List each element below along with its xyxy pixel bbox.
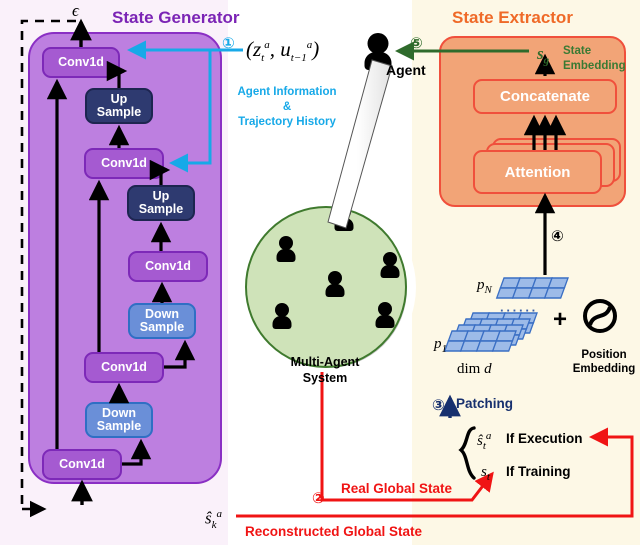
agent-label: Agent bbox=[386, 62, 426, 78]
upsample-label-line2: Sample bbox=[138, 202, 184, 216]
state-embedding-caption: State Embedding bbox=[563, 45, 626, 72]
conv1d-label: Conv1d bbox=[101, 360, 147, 375]
generator-downsample-1[interactable]: Down Sample bbox=[128, 303, 196, 339]
generator-conv1d-3[interactable]: Conv1d bbox=[128, 251, 208, 282]
agent-information-label: Agent Information & Trajectory History bbox=[237, 86, 337, 129]
concatenate-label: Concatenate bbox=[499, 88, 591, 105]
agent-person-icon bbox=[325, 271, 345, 297]
agent-input-math-label: (zta, ut−1a) bbox=[246, 37, 320, 65]
position-embedding-label: Position Embedding bbox=[572, 349, 636, 376]
patch-ellipsis: ······ bbox=[500, 303, 538, 318]
attention-block[interactable]: Attention bbox=[473, 150, 602, 194]
patch-dim-label: dim d bbox=[457, 361, 492, 377]
state-extractor-title: State Extractor bbox=[452, 8, 573, 27]
patching-label: Patching bbox=[456, 396, 514, 411]
generator-conv1d-top[interactable]: Conv1d bbox=[42, 47, 120, 78]
step-3-marker: ③ bbox=[432, 397, 445, 414]
generator-upsample-1[interactable]: Up Sample bbox=[85, 88, 153, 124]
agent-person-icon bbox=[375, 302, 395, 328]
execution-state-symbol: ŝta bbox=[477, 430, 492, 452]
step-1-marker: ① bbox=[222, 35, 235, 52]
generator-conv1d-2[interactable]: Conv1d bbox=[84, 148, 164, 179]
attention-label: Attention bbox=[504, 163, 571, 181]
if-execution-label: If Execution bbox=[506, 431, 583, 446]
diagram-canvas: Attention Concatenate Conv1d Up Sample C… bbox=[0, 0, 640, 545]
state-generator-title: State Generator bbox=[112, 8, 240, 27]
downsample-label-line2: Sample bbox=[96, 419, 142, 433]
training-state-symbol: st bbox=[481, 464, 490, 483]
conv1d-label: Conv1d bbox=[58, 55, 104, 70]
conv1d-label: Conv1d bbox=[101, 156, 147, 171]
plus-sign: + bbox=[553, 306, 568, 333]
step-2-marker: ② bbox=[312, 490, 325, 507]
generator-upsample-2[interactable]: Up Sample bbox=[127, 185, 195, 221]
patch-pN-label: pN bbox=[477, 277, 492, 296]
downsample-label-line2: Sample bbox=[139, 320, 185, 334]
upsample-label-line2: Sample bbox=[96, 105, 142, 119]
conv1d-label: Conv1d bbox=[145, 259, 191, 274]
multi-agent-system-label: Multi-Agent System bbox=[290, 355, 360, 385]
epsilon-label: ϵ bbox=[72, 1, 79, 20]
agent-person-icon bbox=[272, 303, 292, 329]
agent-person-icon bbox=[380, 252, 400, 278]
generator-downsample-2[interactable]: Down Sample bbox=[85, 402, 153, 438]
real-global-state-label: Real Global State bbox=[341, 481, 453, 496]
state-embedding-symbol: sg bbox=[537, 44, 550, 67]
generator-conv1d-bottom[interactable]: Conv1d bbox=[42, 449, 122, 480]
step-4-marker: ④ bbox=[551, 228, 564, 245]
patch-p1-label: p1 bbox=[434, 336, 447, 355]
agent-person-highlighted-icon bbox=[334, 205, 354, 231]
generator-conv1d-4[interactable]: Conv1d bbox=[84, 352, 164, 383]
step-5-marker: ⑤ bbox=[410, 35, 423, 52]
if-training-label: If Training bbox=[506, 464, 571, 479]
conv1d-label: Conv1d bbox=[59, 457, 105, 472]
concatenate-block[interactable]: Concatenate bbox=[473, 79, 617, 114]
reconstructed-global-state-label: Reconstructed Global State bbox=[245, 524, 423, 539]
agent-person-icon bbox=[276, 236, 296, 262]
reconstructed-state-symbol: ŝka bbox=[205, 508, 223, 532]
